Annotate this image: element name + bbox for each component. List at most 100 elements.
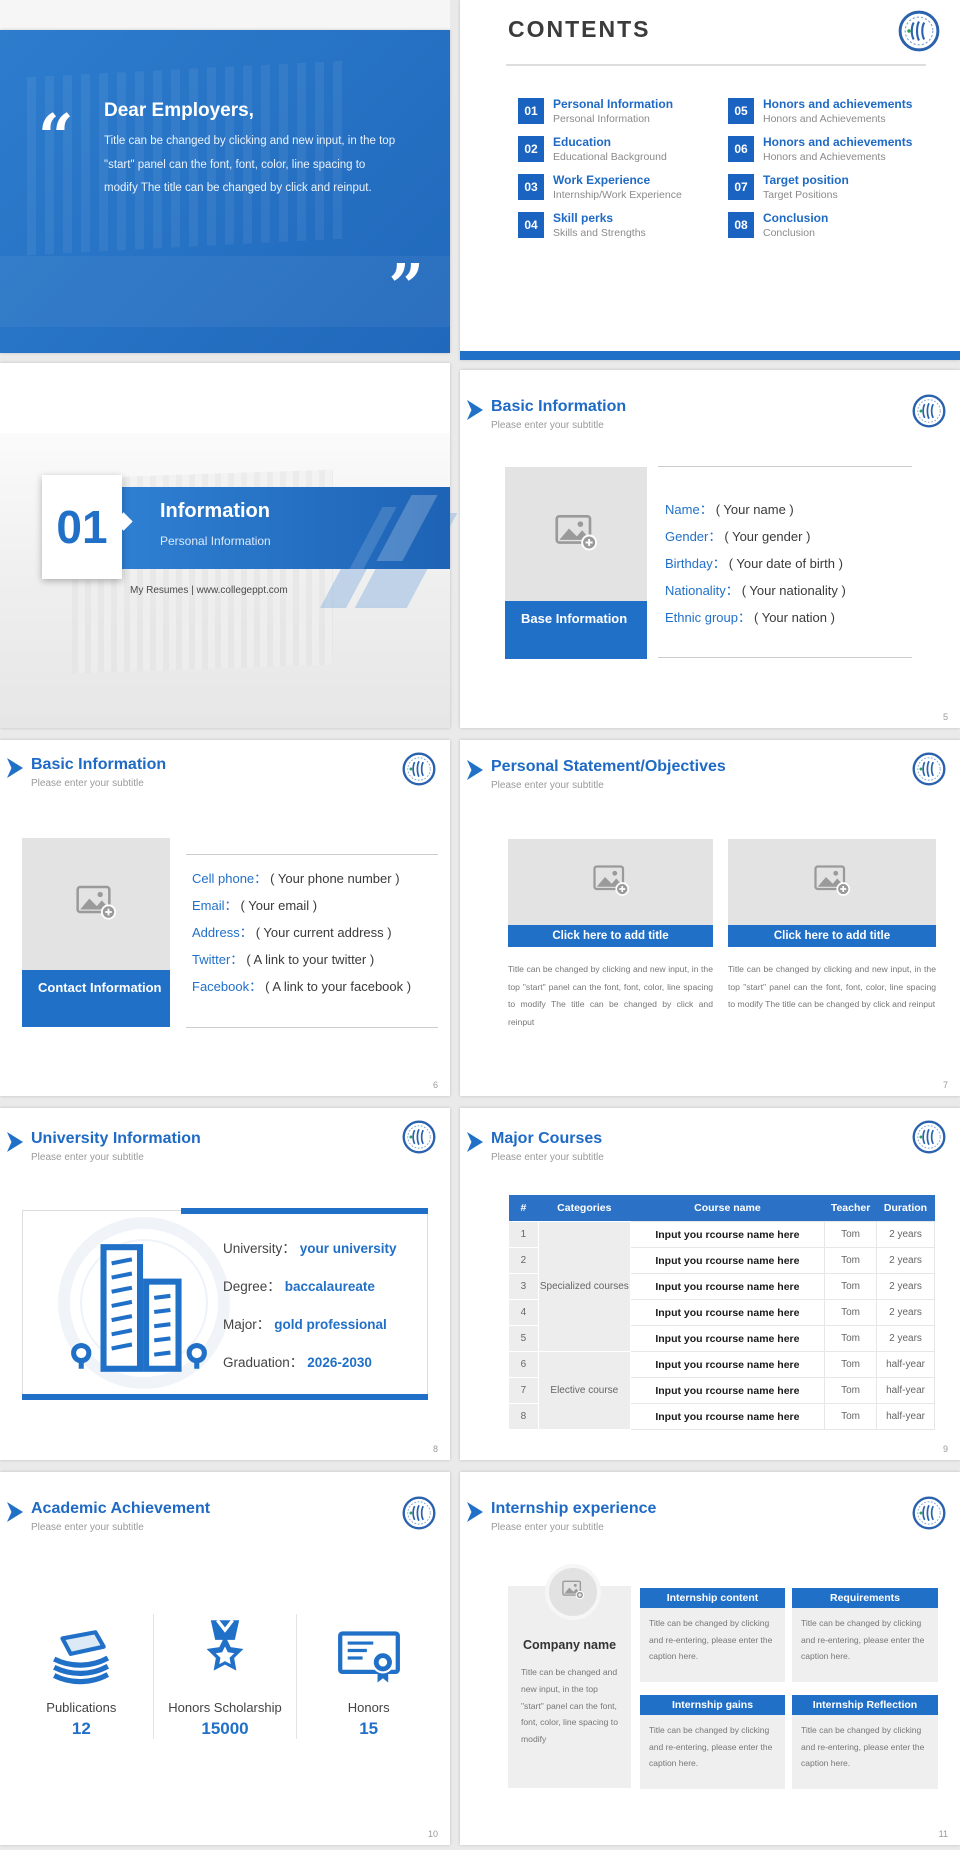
toc-column-left: 01 Personal Information Personal Informa… — [518, 98, 682, 238]
slide-title: Basic Information — [491, 398, 626, 416]
section-arrow-icon — [7, 1132, 23, 1152]
internship-reflection-card: Internship Reflection Title can be chang… — [792, 1695, 938, 1789]
slide-title: Major Courses — [491, 1130, 602, 1148]
stat-label: Honors — [297, 1700, 440, 1715]
toc-item-05[interactable]: 05 Honors and achievements Honors and Ac… — [728, 98, 912, 124]
card-accent-bar-top — [181, 1208, 428, 1214]
toc-item-title: Honors and achievements — [763, 136, 912, 149]
toc-column-right: 05 Honors and achievements Honors and Ac… — [728, 98, 912, 238]
add-image-icon — [76, 883, 116, 926]
publications-books-icon — [10, 1614, 153, 1686]
add-image-icon — [562, 1579, 584, 1605]
toc-item-02[interactable]: 02 Education Educational Background — [518, 136, 682, 162]
add-title-button[interactable]: Click here to add title — [508, 925, 713, 947]
section-arrow-icon — [7, 758, 23, 778]
toc-number-badge: 02 — [518, 136, 544, 162]
slide-academic-achievement[interactable]: Academic Achievement Please enter your s… — [0, 1472, 450, 1845]
field-ethnic-group: Ethnic group： ( Your nation ) — [665, 611, 846, 625]
slide-internship-experience[interactable]: Internship experience Please enter your … — [460, 1472, 960, 1845]
section-arrow-icon — [467, 1132, 483, 1152]
slide-cover-quote[interactable]: “ Dear Employers, Title can be changed b… — [0, 30, 450, 353]
stat-value: 12 — [10, 1719, 153, 1739]
company-description: Title can be changed and new input, in t… — [521, 1664, 620, 1748]
school-logo-icon — [898, 10, 940, 52]
medal-icon — [154, 1614, 297, 1686]
slide-subtitle: Please enter your subtitle — [31, 778, 144, 789]
school-logo-icon — [402, 1120, 436, 1154]
section-arrow-icon — [7, 1502, 23, 1522]
page-number: 10 — [428, 1829, 438, 1839]
toc-number-badge: 06 — [728, 136, 754, 162]
toc-item-03[interactable]: 03 Work Experience Internship/Work Exper… — [518, 174, 682, 200]
slide-major-courses[interactable]: Major Courses Please enter your subtitle… — [460, 1108, 960, 1460]
requirements-card: Requirements Title can be changed by cli… — [792, 1588, 938, 1682]
slide-personal-statement[interactable]: Personal Statement/Objectives Please ent… — [460, 740, 960, 1096]
stat-label: Honors Scholarship — [154, 1700, 297, 1715]
section-number-card: 01 — [42, 475, 122, 579]
toc-item-06[interactable]: 06 Honors and achievements Honors and Ac… — [728, 136, 912, 162]
toc-number-badge: 07 — [728, 174, 754, 200]
toc-number-badge: 05 — [728, 98, 754, 124]
stat-value: 15 — [297, 1719, 440, 1739]
toc-item-subtitle: Target Positions — [763, 189, 849, 201]
internship-content-card: Internship content Title can be changed … — [640, 1588, 785, 1682]
toc-number-badge: 04 — [518, 212, 544, 238]
card-body: Title can be changed by clicking and re-… — [792, 1715, 938, 1789]
university-building-icon — [63, 1239, 215, 1381]
toc-item-title: Personal Information — [553, 98, 673, 111]
section-arrow-icon — [467, 400, 483, 420]
toc-item-title: Conclusion — [763, 212, 828, 225]
photo-placeholder[interactable] — [728, 839, 936, 925]
slide-basic-information[interactable]: Basic Information Please enter your subt… — [460, 370, 960, 728]
company-photo-placeholder[interactable] — [545, 1564, 601, 1620]
field-nationality: Nationality： ( Your nationality ) — [665, 584, 846, 598]
card-title: Internship gains — [640, 1695, 785, 1715]
school-logo-icon — [912, 1120, 946, 1154]
toc-item-01[interactable]: 01 Personal Information Personal Informa… — [518, 98, 682, 124]
slide-subtitle: Please enter your subtitle — [491, 420, 604, 431]
certificate-icon — [297, 1614, 440, 1686]
page-background-strip — [0, 0, 450, 30]
page-number: 9 — [943, 1444, 948, 1454]
close-quote-icon: ” — [388, 268, 424, 305]
divider-line — [186, 854, 438, 855]
toc-item-07[interactable]: 07 Target position Target Positions — [728, 174, 912, 200]
slide-university-information[interactable]: University Information Please enter your… — [0, 1108, 450, 1460]
slide-subtitle: Please enter your subtitle — [491, 780, 604, 791]
toc-item-08[interactable]: 08 Conclusion Conclusion — [728, 212, 912, 238]
slide-section-01-information[interactable]: 01 Information Personal Information My R… — [0, 363, 450, 728]
slide-contact-information[interactable]: Basic Information Please enter your subt… — [0, 740, 450, 1096]
slide-subtitle: Please enter your subtitle — [491, 1522, 604, 1533]
toc-item-subtitle: Honors and Achievements — [763, 151, 912, 163]
toc-item-subtitle: Conclusion — [763, 227, 828, 239]
template-preview-page: “ Dear Employers, Title can be changed b… — [0, 0, 960, 1850]
quote-heading: Dear Employers, — [104, 100, 254, 122]
toc-item-subtitle: Skills and Strengths — [553, 227, 646, 239]
page-number: 11 — [939, 1829, 948, 1839]
page-number: 7 — [943, 1080, 948, 1090]
table-header-row: # Categories Course name Teacher Duratio… — [509, 1195, 935, 1222]
slide-subtitle: Please enter your subtitle — [491, 1152, 604, 1163]
title-divider — [506, 64, 926, 66]
section-arrow-icon — [467, 760, 483, 780]
statement-body-text: Title can be changed by clicking and new… — [728, 961, 936, 1014]
photo-placeholder[interactable] — [505, 467, 647, 601]
stat-honors: Honors 15 — [296, 1614, 440, 1739]
school-logo-icon — [912, 1496, 946, 1530]
slide-contents[interactable]: CONTENTS 01 Personal Information Persona… — [460, 0, 960, 360]
quote-body: Title can be changed by clicking and new… — [104, 130, 399, 201]
field-twitter: Twitter： ( A link to your twitter ) — [192, 953, 411, 967]
photo-placeholder[interactable] — [22, 838, 170, 970]
photo-placeholder[interactable] — [508, 839, 713, 925]
toc-number-badge: 01 — [518, 98, 544, 124]
field-birthday: Birthday： ( Your date of birth ) — [665, 557, 846, 571]
contact-information-label: Contact Information — [22, 970, 170, 1027]
company-name: Company name — [508, 1638, 631, 1652]
internship-gains-card: Internship gains Title can be changed by… — [640, 1695, 785, 1789]
toc-item-04[interactable]: 04 Skill perks Skills and Strengths — [518, 212, 682, 238]
toc-item-title: Skill perks — [553, 212, 646, 225]
add-title-button[interactable]: Click here to add title — [728, 925, 936, 947]
card-title: Internship Reflection — [792, 1695, 938, 1715]
divider-line — [658, 466, 912, 467]
statement-card-right: Click here to add title Title can be cha… — [728, 839, 936, 1014]
